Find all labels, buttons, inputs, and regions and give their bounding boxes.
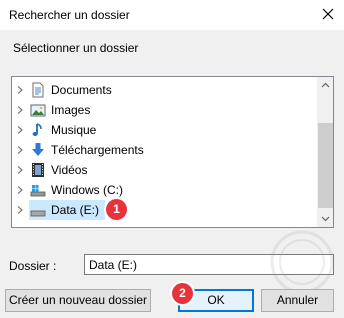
downloads-icon	[32, 143, 44, 156]
images-icon	[30, 104, 46, 117]
step-badge-1: 1	[106, 199, 127, 220]
chevron-right-icon[interactable]	[16, 206, 24, 214]
documents-icon	[32, 82, 44, 98]
scrollbar-thumb[interactable]	[318, 123, 333, 208]
chevron-right-icon[interactable]	[16, 106, 24, 114]
tree-item-label: Téléchargements	[51, 143, 144, 157]
chevron-right-icon[interactable]	[16, 86, 24, 94]
tree-item-label: Images	[51, 103, 91, 117]
scroll-down-icon[interactable]	[317, 210, 334, 227]
videos-icon	[32, 163, 44, 177]
tree-item-images[interactable]: Images	[12, 100, 318, 120]
window-title: Rechercher un dossier	[9, 8, 130, 22]
drive-icon	[30, 210, 46, 217]
tree-item-label: Data (E:)	[51, 203, 100, 217]
folder-tree[interactable]: Documents Images Musique Téléchargements	[11, 76, 334, 228]
dialog-prompt: Sélectionner un dossier	[13, 41, 139, 55]
tree-item-label: Documents	[51, 83, 112, 97]
tree-item-videos[interactable]: Vidéos	[12, 160, 318, 180]
music-icon	[32, 123, 42, 136]
watermark-logo	[270, 230, 334, 294]
chevron-right-icon[interactable]	[16, 146, 24, 154]
tree-item-label: Musique	[51, 123, 97, 137]
new-folder-button[interactable]: Créer un nouveau dossier	[5, 289, 151, 312]
tree-item-label: Windows (C:)	[51, 183, 124, 197]
chevron-right-icon[interactable]	[16, 186, 24, 194]
scroll-up-icon[interactable]	[317, 77, 334, 94]
tree-item-music[interactable]: Musique	[12, 120, 318, 140]
close-icon[interactable]	[320, 6, 336, 22]
step-badge-2: 2	[172, 283, 193, 304]
chevron-right-icon[interactable]	[16, 166, 24, 174]
tree-item-label: Vidéos	[51, 163, 88, 177]
cancel-button[interactable]: Annuler	[261, 289, 334, 312]
title-bar: Rechercher un dossier	[0, 0, 344, 30]
tree-item-data-drive[interactable]: Data (E:)	[12, 200, 318, 220]
windows-drive-icon	[30, 185, 46, 197]
chevron-right-icon[interactable]	[16, 126, 24, 134]
tree-item-windows-drive[interactable]: Windows (C:)	[12, 180, 318, 200]
tree-item-downloads[interactable]: Téléchargements	[12, 140, 318, 160]
tree-item-documents[interactable]: Documents	[12, 80, 318, 100]
vertical-scrollbar[interactable]	[317, 77, 334, 227]
folder-label: Dossier :	[9, 259, 57, 273]
